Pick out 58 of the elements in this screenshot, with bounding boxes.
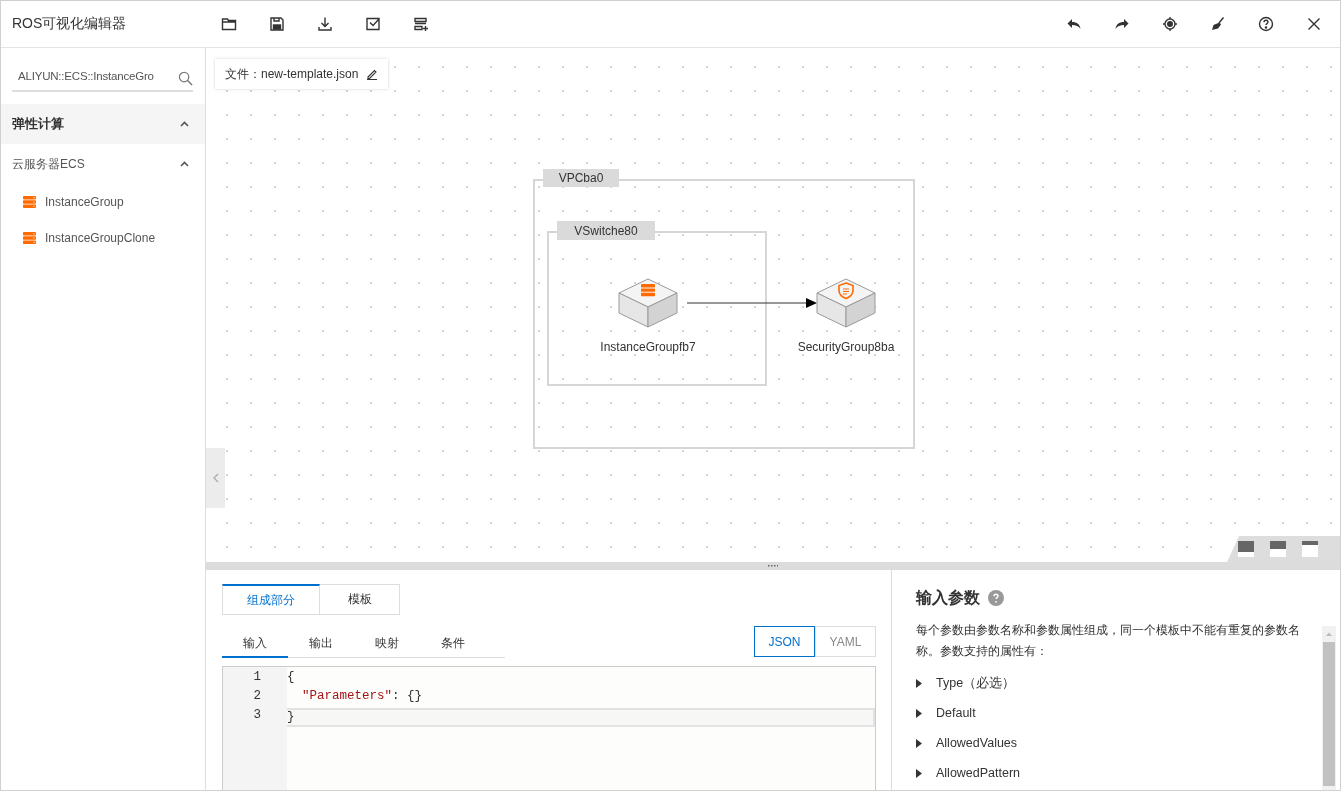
property-item[interactable]: AllowedPattern <box>936 766 1021 780</box>
expand-triangle-icon[interactable] <box>916 738 922 748</box>
scrollbar[interactable] <box>1322 626 1336 790</box>
save-icon[interactable] <box>269 16 285 32</box>
list-add-icon[interactable] <box>413 16 429 32</box>
checkbox-icon[interactable] <box>365 16 381 32</box>
format-toggle[interactable]: YAML <box>815 626 876 657</box>
help-icon[interactable] <box>1258 16 1274 32</box>
target-icon[interactable] <box>1162 16 1178 32</box>
folder-icon[interactable] <box>221 16 237 32</box>
help-description: 每个参数由参数名称和参数属性组成，同一个模板中不能有重复的参数名称。参数支持的属性有： <box>916 622 1301 660</box>
server-node-drawing[interactable] <box>618 278 678 328</box>
chevron-icon[interactable] <box>180 161 189 167</box>
section-tab[interactable]: 映射 <box>354 630 420 658</box>
shield-node-drawing[interactable] <box>816 278 876 328</box>
node-label: InstanceGroupfb7 <box>600 340 696 354</box>
top-split-icon[interactable] <box>1302 541 1318 557</box>
resource-item[interactable]: InstanceGroupClone <box>45 231 156 245</box>
group-label: VPCba0 <box>543 169 619 187</box>
close-icon[interactable] <box>1306 16 1322 32</box>
panel-tab[interactable]: 组成部分 <box>222 584 320 615</box>
property-item[interactable]: Default <box>936 706 976 720</box>
download-icon[interactable] <box>317 16 333 32</box>
search-icon[interactable] <box>178 71 193 86</box>
server-icon <box>23 196 36 208</box>
line-number: 2 <box>252 689 262 705</box>
app-title: ROS可视化编辑器 <box>11 15 128 33</box>
section-tab[interactable]: 输出 <box>288 630 354 658</box>
help-title: 输入参数 <box>916 587 980 608</box>
collapse-handle[interactable] <box>206 448 225 508</box>
server-icon <box>23 232 36 244</box>
bottom-split-icon[interactable] <box>1238 541 1254 557</box>
chevron-icon[interactable] <box>180 121 189 127</box>
half-split-icon[interactable] <box>1270 541 1286 557</box>
search-field[interactable]: ALIYUN::ECS::InstanceGro <box>12 62 193 92</box>
category-label: 弹性计算 <box>12 115 64 133</box>
format-toggle[interactable]: JSON <box>754 626 815 657</box>
line-number: 1 <box>252 670 262 686</box>
broom-icon[interactable] <box>1210 16 1226 32</box>
expand-triangle-icon[interactable] <box>916 768 922 778</box>
panel-tab[interactable]: 模板 <box>320 584 400 615</box>
property-item[interactable]: AllowedValues <box>936 736 1018 750</box>
expand-triangle-icon[interactable] <box>916 708 922 718</box>
section-tab[interactable]: 输入 <box>222 630 288 658</box>
file-name-label: 文件：new-template.json <box>225 65 359 83</box>
group-label: VSwitche80 <box>557 221 655 240</box>
section-tab[interactable]: 条件 <box>420 630 486 658</box>
resource-item[interactable]: InstanceGroup <box>45 195 124 209</box>
category-header[interactable]: 弹性计算 <box>1 104 205 144</box>
code-line: "Parameters": {} <box>301 689 424 705</box>
expand-triangle-icon[interactable] <box>916 678 922 688</box>
code-editor[interactable]: 1 2 3 { "Parameters": {} } <box>222 666 876 790</box>
subcategory-label[interactable]: 云服务器ECS <box>12 155 85 173</box>
node-label: SecurityGroup8ba <box>797 340 895 354</box>
edit-icon[interactable] <box>366 68 379 80</box>
code-line: { <box>287 670 296 686</box>
property-item[interactable]: Type（必选） <box>936 674 1016 692</box>
line-number: 3 <box>252 708 262 724</box>
